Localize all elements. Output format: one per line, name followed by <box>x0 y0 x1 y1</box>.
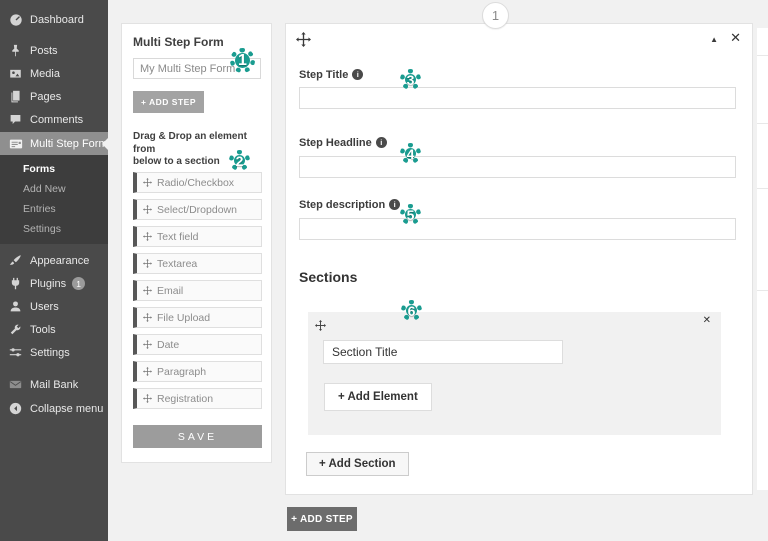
sidebar-item-label: Media <box>30 68 60 80</box>
sidebar-item-media[interactable]: Media <box>0 62 108 85</box>
collapse-menu-button[interactable]: Collapse menu <box>0 397 108 420</box>
sidebar-item-dashboard[interactable]: Dashboard <box>0 8 108 31</box>
step-description-input[interactable] <box>299 218 736 240</box>
sections-heading: Sections <box>299 269 357 285</box>
sidebar-item-posts[interactable]: Posts <box>0 39 108 62</box>
add-section-button[interactable]: + Add Section <box>306 452 409 476</box>
info-icon[interactable]: i <box>389 199 400 210</box>
sliders-icon <box>8 345 23 360</box>
media-icon <box>8 66 23 81</box>
callout-badge-6: 6 <box>401 300 422 321</box>
sidebar-item-label: Multi Step Form <box>30 138 108 150</box>
save-button[interactable]: SAVE <box>133 425 262 448</box>
step-description-label: Step descriptioni <box>299 199 400 211</box>
move-icon <box>143 232 152 241</box>
drag-element-textarea[interactable]: Textarea <box>133 253 262 274</box>
plug-icon <box>8 276 23 291</box>
move-icon <box>143 286 152 295</box>
sidebar-item-label: Plugins <box>30 278 66 290</box>
submenu-item-entries[interactable]: Entries <box>0 199 108 219</box>
drag-element-select-dropdown[interactable]: Select/Dropdown <box>133 199 262 220</box>
drag-element-email[interactable]: Email <box>133 280 262 301</box>
paintbrush-icon <box>8 253 23 268</box>
callout-badge-3: 3 <box>400 69 421 90</box>
comment-bubble-icon <box>8 112 23 127</box>
sidebar-item-label: Mail Bank <box>30 379 78 391</box>
sidebar-item-label: Comments <box>30 114 83 126</box>
sidebar-item-users[interactable]: Users <box>0 295 108 318</box>
sidebar-item-plugins[interactable]: Plugins 1 <box>0 272 108 295</box>
wrench-icon <box>8 322 23 337</box>
sidebar-item-label: Appearance <box>30 255 89 267</box>
submenu-item-settings[interactable]: Settings <box>0 219 108 239</box>
step-headline-input[interactable] <box>299 156 736 178</box>
user-icon <box>8 299 23 314</box>
close-step-icon[interactable]: ✕ <box>730 31 741 44</box>
collapse-step-icon[interactable]: ▲ <box>710 36 718 44</box>
add-element-button[interactable]: + Add Element <box>324 383 432 411</box>
sidebar-item-mail-bank[interactable]: Mail Bank <box>0 373 108 396</box>
add-step-button[interactable]: + ADD STEP <box>133 91 204 113</box>
info-icon[interactable]: i <box>352 69 363 80</box>
sidebar-item-label: Tools <box>30 324 56 336</box>
section-move-handle[interactable] <box>315 318 326 336</box>
plugins-update-badge: 1 <box>72 277 85 290</box>
sidebar-item-tools[interactable]: Tools <box>0 318 108 341</box>
form-builder-panel: Multi Step Form + ADD STEP Drag & Drop a… <box>121 23 272 463</box>
sidebar-item-label: Pages <box>30 91 61 103</box>
close-section-icon[interactable]: ✕ <box>703 315 711 326</box>
sidebar-item-comments[interactable]: Comments <box>0 108 108 131</box>
drag-element-file-upload[interactable]: File Upload <box>133 307 262 328</box>
callout-badge-1: 1 <box>230 48 255 73</box>
move-icon <box>143 340 152 349</box>
pages-icon <box>8 89 23 104</box>
sidebar-item-multi-step-form[interactable]: Multi Step Form <box>0 132 108 155</box>
move-icon <box>143 178 152 187</box>
move-icon <box>143 367 152 376</box>
sidebar-item-pages[interactable]: Pages <box>0 85 108 108</box>
multi-step-form-admin-page: Dashboard Posts Media Pages Comments <box>0 0 768 541</box>
step-editor-panel: ▲ ✕ Step Titlei Step Headlinei Step desc… <box>285 23 753 495</box>
submenu-item-add-new[interactable]: Add New <box>0 179 108 199</box>
section-box: ✕ + Add Element <box>308 312 721 435</box>
step-title-input[interactable] <box>299 87 736 109</box>
multi-step-form-submenu: Forms Add New Entries Settings <box>0 155 108 244</box>
sidebar-item-label: Collapse menu <box>30 403 103 415</box>
sidebar-item-settings[interactable]: Settings <box>0 341 108 364</box>
envelope-icon <box>8 377 23 392</box>
builder-title: Multi Step Form <box>133 35 224 49</box>
callout-badge-2: 2 <box>229 150 250 171</box>
drag-element-registration[interactable]: Registration <box>133 388 262 409</box>
callout-badge-4: 4 <box>400 143 421 164</box>
submenu-item-forms[interactable]: Forms <box>0 159 108 179</box>
sidebar-item-label: Settings <box>30 347 70 359</box>
move-icon <box>143 313 152 322</box>
drag-element-radio-checkbox[interactable]: Radio/Checkbox <box>133 172 262 193</box>
sidebar-item-label: Dashboard <box>30 14 84 26</box>
pushpin-icon <box>8 43 23 58</box>
cropped-panel-edge <box>757 28 768 490</box>
move-icon <box>143 205 152 214</box>
step-title-label: Step Titlei <box>299 69 363 81</box>
drag-element-date[interactable]: Date <box>133 334 262 355</box>
section-title-input[interactable] <box>323 340 563 364</box>
callout-badge-5: 5 <box>400 204 421 225</box>
drag-element-paragraph[interactable]: Paragraph <box>133 361 262 382</box>
sidebar-item-appearance[interactable]: Appearance <box>0 249 108 272</box>
add-step-bottom-button[interactable]: + ADD STEP <box>287 507 357 531</box>
step-move-handle[interactable] <box>296 32 311 52</box>
move-icon <box>143 394 152 403</box>
sidebar-item-label: Users <box>30 301 59 313</box>
dashboard-icon <box>8 12 23 27</box>
move-icon <box>143 259 152 268</box>
step-headline-label: Step Headlinei <box>299 137 387 149</box>
sidebar-item-label: Posts <box>30 45 58 57</box>
drag-element-text-field[interactable]: Text field <box>133 226 262 247</box>
collapse-arrow-icon <box>8 401 23 416</box>
form-icon <box>8 136 23 151</box>
admin-sidebar: Dashboard Posts Media Pages Comments <box>0 0 108 541</box>
info-icon[interactable]: i <box>376 137 387 148</box>
step-number-badge[interactable]: 1 <box>482 2 509 29</box>
